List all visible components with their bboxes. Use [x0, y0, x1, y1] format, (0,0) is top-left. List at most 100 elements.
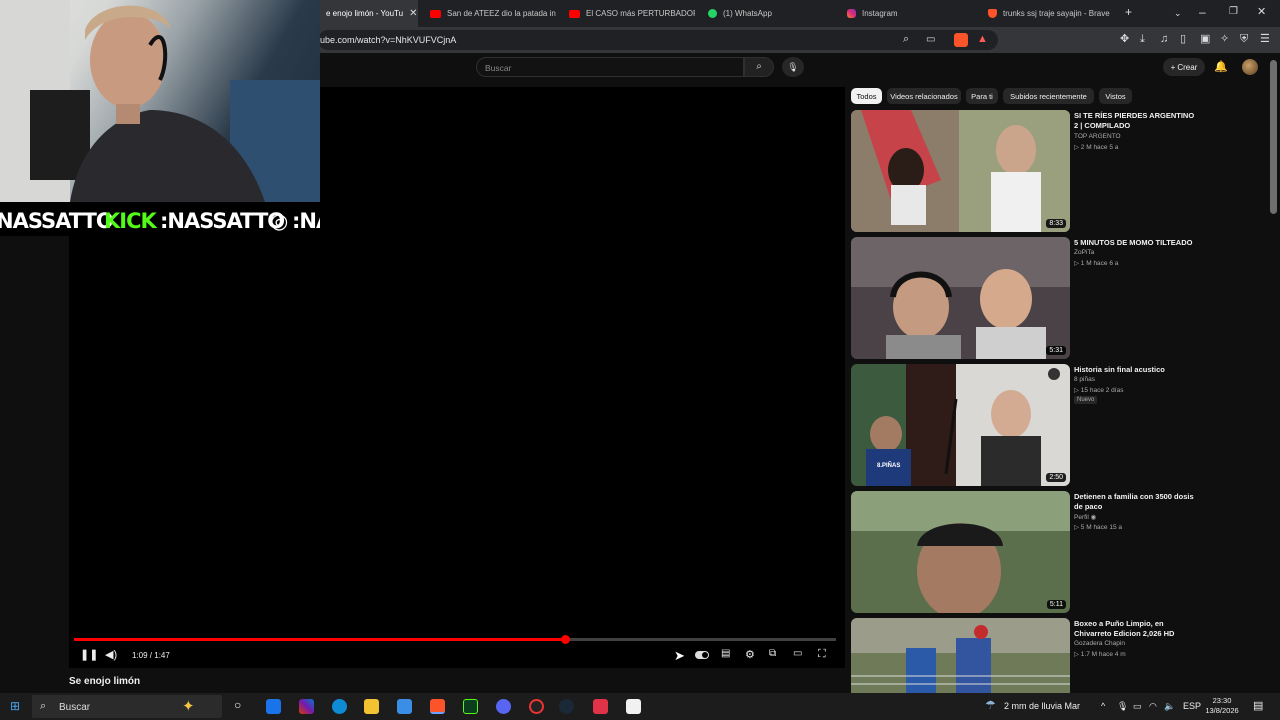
video-thumbnail[interactable]: 5:11: [851, 491, 1070, 613]
restore-icon[interactable]: ❐: [1229, 6, 1238, 17]
taskbar-search-label: Buscar: [59, 702, 91, 713]
vpn-shield-icon[interactable]: ⛨: [1240, 34, 1248, 45]
tab-youtube-active[interactable]: e enojo limón - YouTu ✕: [320, 0, 418, 27]
video-thumbnail[interactable]: 5:31: [851, 237, 1070, 359]
weather-text[interactable]: 2 mm de lluvia Mar: [1004, 701, 1080, 711]
page-scrollbar[interactable]: [1270, 60, 1277, 214]
tab-instagram[interactable]: Instagram: [841, 0, 973, 27]
recommendation-title[interactable]: Boxeo a Puño Limpio, en Chivarreto Edici…: [1074, 619, 1200, 639]
video-thumbnail[interactable]: 8.PIÑAS 2:50: [851, 364, 1070, 486]
tab-brave[interactable]: trunks ssj traje sayajin - Brave: [982, 0, 1114, 27]
tab-youtube-caso[interactable]: El CASO más PERTURBADOR d: [563, 0, 695, 27]
video-thumbnail[interactable]: 8:33: [851, 110, 1070, 232]
recommendation-card[interactable]: Boxeo a Puño Limpio, en Chivarreto Edici…: [851, 618, 1211, 693]
url-text: ube.com/watch?v=NhKVUFVCjnA: [320, 35, 457, 45]
video-meta: ▷ 15 hace 2 días: [1074, 387, 1124, 394]
file-explorer-icon[interactable]: [364, 699, 379, 714]
recommendation-card[interactable]: 5:31 5 MINUTOS DE MOMO TILTEADO ZoPiTa ▷…: [851, 237, 1211, 359]
thumbnail-overlay-text: 8.PIÑAS: [877, 463, 901, 469]
tab-whatsapp[interactable]: (1) WhatsApp: [702, 0, 834, 27]
menu-icon[interactable]: ☰: [1260, 34, 1270, 45]
cortana-icon[interactable]: ○: [234, 698, 241, 712]
capcut-icon[interactable]: [626, 699, 641, 714]
store-icon[interactable]: [397, 699, 412, 714]
recommendation-card[interactable]: 8.PIÑAS 2:50 Historia sin final acustico…: [851, 364, 1211, 486]
channel-name[interactable]: Perfil ◉: [1074, 513, 1096, 521]
new-tab-icon[interactable]: +: [1125, 5, 1132, 19]
outlook-icon[interactable]: [266, 699, 281, 714]
leo-ai-icon[interactable]: ✧: [1220, 34, 1229, 45]
create-button[interactable]: + Crear: [1163, 58, 1205, 76]
recommendation-card[interactable]: 8:33 SI TE RÍES PIERDES ARGENTINO 2 | CO…: [851, 110, 1211, 232]
avatar[interactable]: [1242, 59, 1258, 75]
search-button[interactable]: ⌕: [744, 57, 774, 77]
pause-icon[interactable]: ❚❚: [80, 648, 98, 661]
recommendation-title[interactable]: 5 MINUTOS DE MOMO TILTEADO: [1074, 238, 1200, 248]
kick-icon[interactable]: [463, 699, 478, 714]
wifi-icon[interactable]: ◠: [1149, 701, 1157, 712]
brave-rewards-icon[interactable]: ▲: [977, 34, 988, 45]
edge-icon[interactable]: [332, 699, 347, 714]
recommendation-title[interactable]: Detienen a familia con 3500 dosis de pac…: [1074, 492, 1200, 512]
speaker-icon[interactable]: 🔈: [1164, 701, 1175, 712]
taskbar-search[interactable]: ⌕ Buscar ✦: [32, 695, 222, 718]
microphone-icon[interactable]: 🎙: [1117, 701, 1128, 712]
extensions-icon[interactable]: ✥: [1120, 34, 1129, 45]
meet-now-icon[interactable]: ▭: [1133, 701, 1142, 712]
chip-subidos-recientemente[interactable]: Subidos recientemente: [1003, 88, 1094, 104]
wallet-icon[interactable]: ▣: [1200, 34, 1210, 45]
obs-icon[interactable]: [529, 699, 544, 714]
progress-scrubber[interactable]: [561, 635, 571, 644]
windows-taskbar: ⊞ ⌕ Buscar ✦ ○ ☂ 2 mm de lluvia Mar ^ 🎙 …: [0, 693, 1280, 720]
chip-vistos[interactable]: Vistos: [1099, 88, 1132, 104]
tab-title: San de ATEEZ dio la patada in: [447, 9, 556, 18]
chip-para-ti[interactable]: Para ti: [966, 88, 998, 104]
microphone-icon[interactable]: 🎙: [782, 57, 804, 77]
download-icon[interactable]: ⤓: [1140, 34, 1145, 45]
autoplay-toggle[interactable]: [695, 651, 709, 659]
video-thumbnail[interactable]: [851, 618, 1070, 693]
channel-name[interactable]: TOP ARGENTO: [1074, 133, 1121, 140]
music-icon[interactable]: ♫: [1160, 34, 1168, 45]
chevron-down-icon[interactable]: ⌄: [1174, 8, 1182, 19]
notification-icon[interactable]: ▤: [1253, 699, 1263, 712]
brave-icon[interactable]: [430, 699, 445, 714]
theater-mode-icon[interactable]: ▭: [793, 648, 802, 659]
window-close-icon[interactable]: ✕: [1257, 5, 1266, 18]
brave-shields-icon[interactable]: [954, 33, 968, 47]
tab-youtube-ateez[interactable]: San de ATEEZ dio la patada in: [424, 0, 556, 27]
address-bar[interactable]: ube.com/watch?v=NhKVUFVCjnA ⌕ ▭ ▲: [318, 30, 998, 50]
recommendation-title[interactable]: Historia sin final acustico: [1074, 365, 1200, 375]
recommendation-title[interactable]: SI TE RÍES PIERDES ARGENTINO 2 | COMPILA…: [1074, 111, 1200, 131]
close-icon[interactable]: ✕: [409, 8, 417, 19]
chip-todos[interactable]: Todos: [851, 88, 882, 104]
cast-icon[interactable]: ▭: [926, 34, 935, 45]
progress-bar[interactable]: [74, 635, 836, 644]
minimize-icon[interactable]: –: [1199, 5, 1206, 19]
miniplayer-icon[interactable]: ⧉: [769, 648, 776, 659]
pocket-icon[interactable]: [593, 699, 608, 714]
steam-icon[interactable]: [559, 699, 574, 714]
channel-name[interactable]: Gozadera Chapin: [1074, 640, 1125, 647]
chip-videos-relacionados[interactable]: Videos relacionados: [887, 88, 961, 104]
discord-icon[interactable]: [496, 699, 511, 714]
search-input[interactable]: Buscar: [476, 57, 744, 77]
zoom-icon[interactable]: ⌕: [903, 34, 909, 45]
system-clock[interactable]: 23:30 13/8/2026: [1202, 696, 1242, 716]
subtitles-icon[interactable]: ▤: [721, 648, 730, 659]
sidebar-icon[interactable]: ▯: [1180, 34, 1186, 45]
settings-gear-icon[interactable]: ⚙: [745, 648, 755, 661]
language-indicator[interactable]: ESP: [1183, 701, 1201, 711]
copilot-icon[interactable]: [299, 699, 314, 714]
weather-rain-icon: ☂: [985, 698, 996, 712]
windows-start-icon[interactable]: ⊞: [10, 699, 20, 713]
chevron-up-icon[interactable]: ^: [1101, 701, 1105, 711]
fullscreen-icon[interactable]: ⛶: [818, 648, 826, 661]
bell-icon[interactable]: 🔔: [1214, 60, 1228, 73]
recommendation-card[interactable]: 5:11 Detienen a familia con 3500 dosis d…: [851, 491, 1211, 613]
channel-name[interactable]: ZoPiTa: [1074, 249, 1094, 256]
timecode: 1:09 / 1:47: [132, 651, 170, 660]
volume-icon[interactable]: ◀): [105, 648, 117, 661]
youtube-icon: [430, 9, 441, 18]
channel-name[interactable]: 8 piñas: [1074, 376, 1095, 383]
